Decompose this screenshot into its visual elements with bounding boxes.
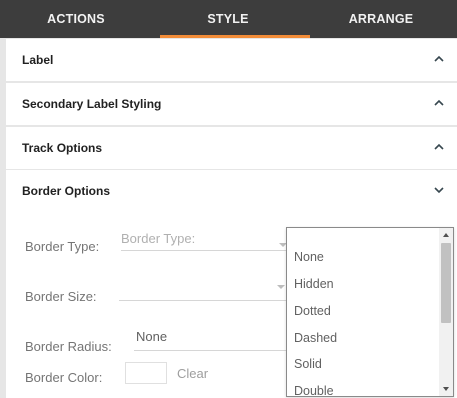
chevron-up-icon[interactable] <box>432 52 446 66</box>
dropdown-option-double[interactable]: Double <box>294 384 334 396</box>
dropdown-option-hidden[interactable]: Hidden <box>294 277 334 291</box>
dropdown-option-solid[interactable]: Solid <box>294 357 322 371</box>
border-color-swatch[interactable] <box>125 362 167 384</box>
section-secondary-label-styling[interactable]: Secondary Label Styling <box>6 83 457 125</box>
tab-actions[interactable]: ACTIONS <box>0 0 152 38</box>
caret-down-icon <box>277 285 285 289</box>
tab-style[interactable]: STYLE <box>152 0 304 38</box>
border-radius-underline <box>134 350 286 351</box>
section-border-options[interactable]: Border Options <box>6 170 457 212</box>
section-title: Secondary Label Styling <box>22 97 162 111</box>
chevron-up-icon[interactable] <box>432 140 446 154</box>
scroll-down-arrow-icon[interactable] <box>443 387 449 391</box>
border-type-dropdown[interactable]: None Hidden Dotted Dashed Solid Double <box>286 227 454 397</box>
section-track-options[interactable]: Track Options <box>6 127 457 169</box>
border-type-label: Border Type: <box>25 239 100 254</box>
scroll-up-arrow-icon[interactable] <box>443 233 449 237</box>
tab-bar: ACTIONS STYLE ARRANGE <box>0 0 457 38</box>
chevron-up-icon[interactable] <box>432 96 446 110</box>
tab-arrange[interactable]: ARRANGE <box>305 0 457 38</box>
clear-color-link[interactable]: Clear <box>177 366 208 381</box>
section-title: Track Options <box>22 141 103 155</box>
chevron-down-icon[interactable] <box>432 183 446 197</box>
section-label[interactable]: Label <box>6 39 457 81</box>
dropdown-scrollbar[interactable] <box>439 228 453 396</box>
border-type-underline <box>121 250 286 251</box>
border-radius-label: Border Radius: <box>25 339 112 354</box>
border-type-placeholder: Border Type: <box>121 231 196 246</box>
dropdown-option-none[interactable]: None <box>294 250 324 264</box>
border-color-label: Border Color: <box>25 370 103 385</box>
section-title: Border Options <box>22 184 111 198</box>
section-title: Label <box>22 53 54 67</box>
border-size-underline <box>119 300 286 301</box>
dropdown-option-dotted[interactable]: Dotted <box>294 304 331 318</box>
border-size-label: Border Size: <box>25 289 97 304</box>
dropdown-option-dashed[interactable]: Dashed <box>294 331 337 345</box>
scrollbar-thumb[interactable] <box>441 243 451 323</box>
border-radius-value: None <box>136 329 168 344</box>
